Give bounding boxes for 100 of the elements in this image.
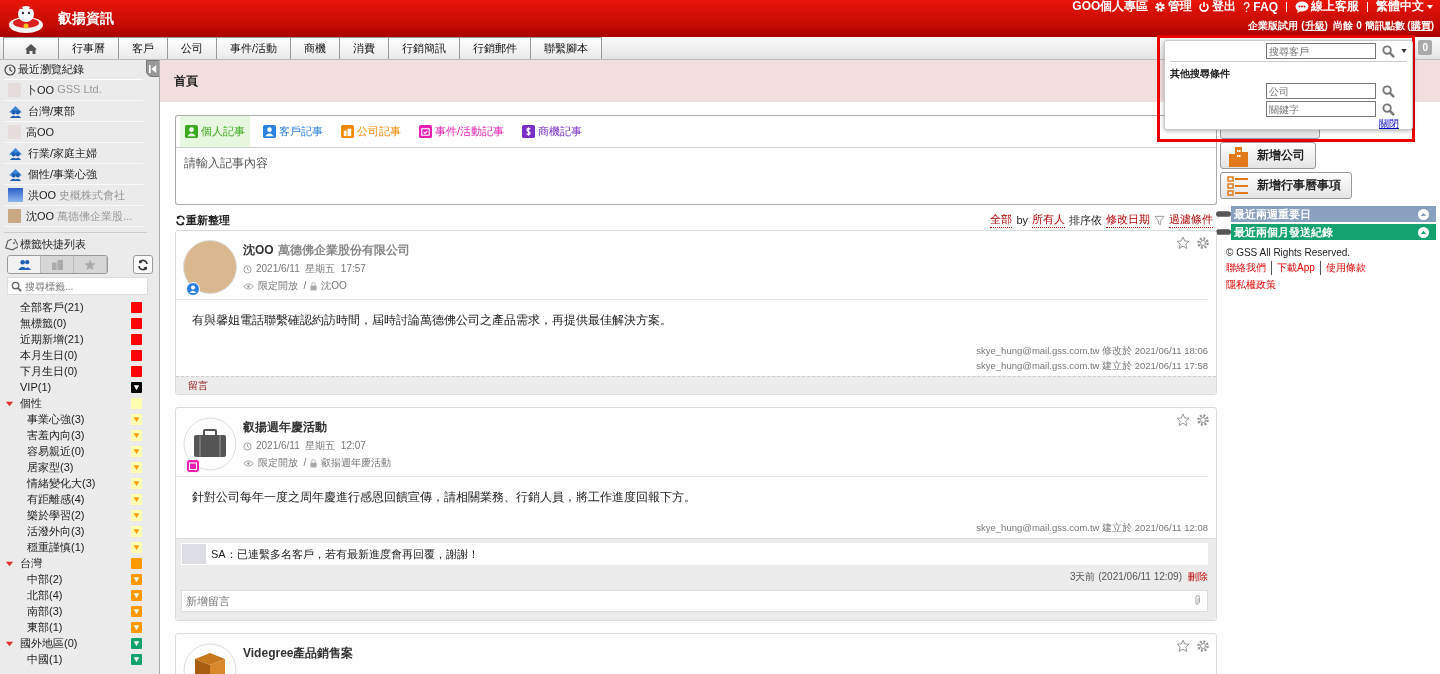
pin-handle-icon[interactable] — [1216, 228, 1231, 236]
note-title[interactable]: Videgree產品銷售案 — [243, 645, 354, 662]
filter-link[interactable]: 全部 — [990, 212, 1013, 228]
account-link[interactable]: 升級 — [1304, 20, 1325, 31]
brand-name: 叡揚資訊 — [58, 9, 114, 28]
footer-link[interactable]: 隱私權政策 — [1226, 278, 1406, 292]
nav-tab[interactable]: 行事曆 — [58, 37, 118, 59]
tag-label[interactable]: 南部(3) — [27, 603, 131, 619]
search-field[interactable]: 公司 — [1266, 83, 1376, 99]
group-icon — [8, 166, 23, 182]
company-name[interactable]: 萬德佛企業股份有限公司 — [277, 242, 410, 259]
nav-tab[interactable]: 商機 — [290, 37, 340, 59]
tag-search-field[interactable]: 搜尋標籤... — [7, 277, 148, 295]
tag-label[interactable]: 樂於學習(2) — [27, 507, 131, 523]
tag-mode-tab[interactable] — [8, 256, 41, 273]
filter-link[interactable]: 過濾條件 — [1169, 212, 1213, 228]
tag-label[interactable]: 台灣 — [20, 555, 131, 571]
note-title[interactable]: 沈OO — [243, 242, 274, 259]
recent-item[interactable]: 高OO — [4, 122, 143, 143]
star-outline-icon[interactable] — [1176, 413, 1190, 427]
footer-link[interactable]: 下載App — [1271, 261, 1315, 275]
tag-label[interactable]: 全部客戶(21) — [20, 299, 131, 315]
star-outline-icon[interactable] — [1176, 639, 1190, 653]
settings-icon[interactable] — [1196, 236, 1210, 250]
tag-label[interactable]: 容易親近(0) — [27, 443, 131, 459]
footer-link[interactable]: 聯絡我們 — [1226, 261, 1266, 275]
tag-label[interactable]: 東部(1) — [27, 619, 131, 635]
account-link[interactable]: 購買 — [1410, 20, 1431, 31]
nav-tab[interactable] — [3, 37, 58, 59]
nav-tab[interactable]: 聯繫腳本 — [530, 37, 603, 59]
eye-icon — [243, 282, 254, 290]
tag-label[interactable]: 下月生日(0) — [20, 363, 131, 379]
settings-icon — [1154, 0, 1167, 13]
settings-icon[interactable] — [1196, 639, 1210, 653]
tag-label[interactable]: 近期新增(21) — [20, 331, 131, 347]
comment-time: 3天前 (2021/06/11 12:09) — [1069, 570, 1182, 584]
tag-label[interactable]: 情緒變化大(3) — [27, 475, 131, 491]
search-icon[interactable] — [1382, 44, 1395, 58]
tag-label[interactable]: 事業心強(3) — [27, 411, 131, 427]
new-comment-field[interactable]: 新增留言 — [181, 590, 1208, 612]
star-outline-icon[interactable] — [1176, 236, 1190, 250]
tag-label[interactable]: 無標籤(0) — [20, 315, 131, 331]
nav-tab[interactable]: 行銷郵件 — [459, 37, 531, 59]
building-icon — [1227, 144, 1249, 167]
note-type-tab[interactable]: 商機記事 — [517, 116, 588, 147]
caret-icon[interactable] — [1401, 49, 1407, 53]
nav-tab[interactable]: 事件/活動 — [216, 37, 291, 59]
paperclip-icon[interactable] — [1194, 595, 1200, 606]
refresh-button[interactable] — [133, 255, 153, 274]
settings-icon[interactable] — [1196, 413, 1210, 427]
tag-label[interactable]: 中部(2) — [27, 571, 131, 587]
tag-label[interactable]: 國外地區(0) — [20, 635, 131, 651]
header-link[interactable]: 線上客服 — [1295, 0, 1359, 15]
note-type-tab[interactable]: 事件/活動記事 — [414, 116, 510, 147]
pin-handle-icon[interactable] — [1216, 210, 1231, 218]
recent-item[interactable]: 個性/事業心強 — [4, 164, 143, 185]
group-icon — [8, 103, 23, 119]
tag-label[interactable]: 穩重謹慎(1) — [27, 539, 131, 555]
search-icon[interactable] — [1382, 84, 1395, 98]
header-link[interactable]: 繁體中文 — [1376, 0, 1434, 15]
tag-label[interactable]: 活潑外向(3) — [27, 523, 131, 539]
recent-item[interactable]: 行業/家庭主婦 — [4, 143, 143, 164]
header-link[interactable]: FAQ — [1242, 0, 1278, 14]
delete-comment-link[interactable]: 刪除 — [1188, 570, 1208, 584]
collapse-sidebar-button[interactable] — [146, 60, 159, 77]
search-icon[interactable] — [1382, 102, 1395, 116]
recent-item[interactable]: 卜OO GSS Ltd. — [4, 80, 143, 101]
tag-label[interactable]: 本月生日(0) — [20, 347, 131, 363]
tag-label[interactable]: 居家型(3) — [27, 459, 131, 475]
refresh-feed-button[interactable]: 重新整理 — [175, 212, 230, 228]
footer-link[interactable]: 使用條款 — [1319, 261, 1366, 275]
quick-add-button[interactable]: 新增公司 — [1220, 142, 1316, 169]
close-link[interactable]: 關閉 — [1379, 117, 1399, 131]
note-input-field[interactable]: 請輸入記事內容 — [175, 148, 1217, 205]
nav-tab[interactable]: 客戶 — [118, 37, 167, 59]
header-link[interactable]: 管理 — [1154, 0, 1193, 15]
search-field[interactable]: 關鍵字 — [1266, 101, 1376, 117]
filter-link[interactable]: 所有人 — [1032, 212, 1065, 228]
photo-placeholder — [8, 209, 21, 223]
nav-tab[interactable]: 消費 — [339, 37, 389, 59]
recent-item[interactable]: 洪OO 史概株式會社 — [4, 185, 143, 206]
filter-link[interactable]: 修改日期 — [1106, 212, 1150, 228]
tag-label[interactable]: 害羞內向(3) — [27, 427, 131, 443]
header-link[interactable]: 登出 — [1198, 0, 1237, 15]
nav-tab[interactable]: 公司 — [167, 37, 216, 59]
header-link[interactable]: GOO個人專區 — [1072, 0, 1149, 15]
recent-company: 史概株式會社 — [59, 187, 126, 203]
note-type-tab[interactable]: 客戶記事 — [258, 116, 328, 147]
note-title[interactable]: 叡揚週年慶活動 — [243, 419, 327, 436]
tag-label[interactable]: VIP(1) — [20, 381, 131, 393]
nav-tab[interactable]: 行銷簡訊 — [388, 37, 460, 59]
tag-label[interactable]: 有距離感(4) — [27, 491, 131, 507]
quick-add-button[interactable]: 新增行事曆事項 — [1220, 172, 1352, 199]
recent-item[interactable]: 沈OO 萬德佛企業股... — [4, 206, 143, 227]
recent-item[interactable]: 台灣/東部 — [4, 101, 143, 122]
tag-label[interactable]: 北部(4) — [27, 587, 131, 603]
comment-link[interactable]: 留言 — [188, 378, 208, 393]
customer-search-field[interactable]: 搜尋客戶 — [1266, 43, 1376, 59]
tag-label[interactable]: 中國(1) — [27, 651, 131, 667]
tag-label[interactable]: 個性 — [20, 395, 131, 411]
